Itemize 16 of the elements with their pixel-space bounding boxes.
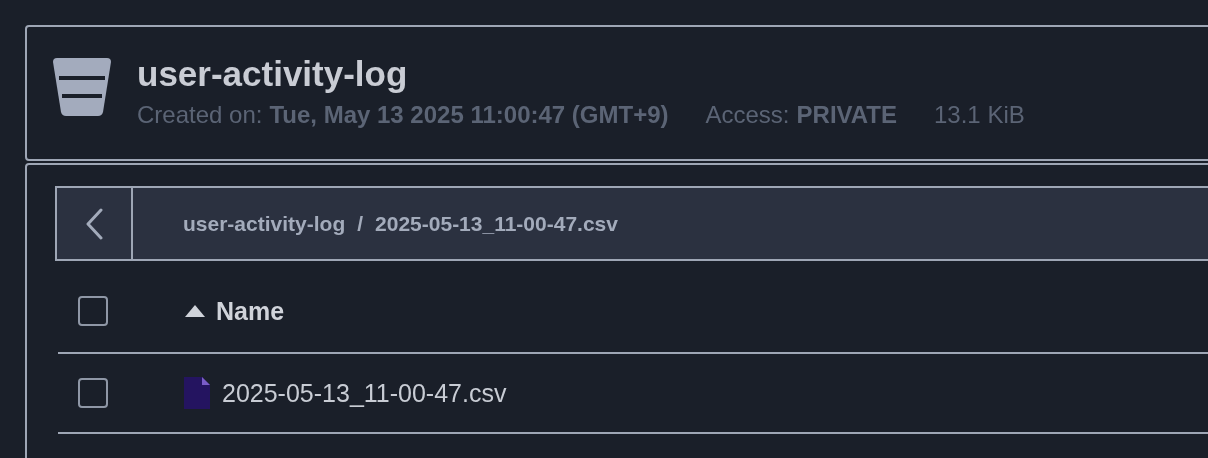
file-name-cell[interactable]: 2025-05-13_11-00-47.csv (184, 377, 507, 409)
access-value: PRIVATE (796, 100, 897, 130)
size-label: 13.1 KiB (934, 100, 1025, 130)
access-label: Access: (705, 100, 790, 130)
bucket-title: user-activity-log (137, 54, 409, 94)
chevron-left-icon (85, 207, 103, 240)
bucket-icon (53, 58, 111, 116)
row-checkbox[interactable] (78, 378, 108, 408)
created-label: Created on: (137, 100, 263, 130)
created-value: Tue, May 13 2025 11:00:47 (GMT+9) (269, 100, 669, 130)
name-column-header[interactable]: Name (184, 296, 285, 326)
breadcrumb-separator: / (357, 211, 364, 236)
breadcrumb-link[interactable]: 2025-05-13_11-00-47.csv (375, 211, 618, 236)
file-icon (184, 377, 210, 409)
breadcrumb-link[interactable]: user-activity-log (183, 211, 346, 236)
select-all-checkbox[interactable] (78, 296, 108, 326)
